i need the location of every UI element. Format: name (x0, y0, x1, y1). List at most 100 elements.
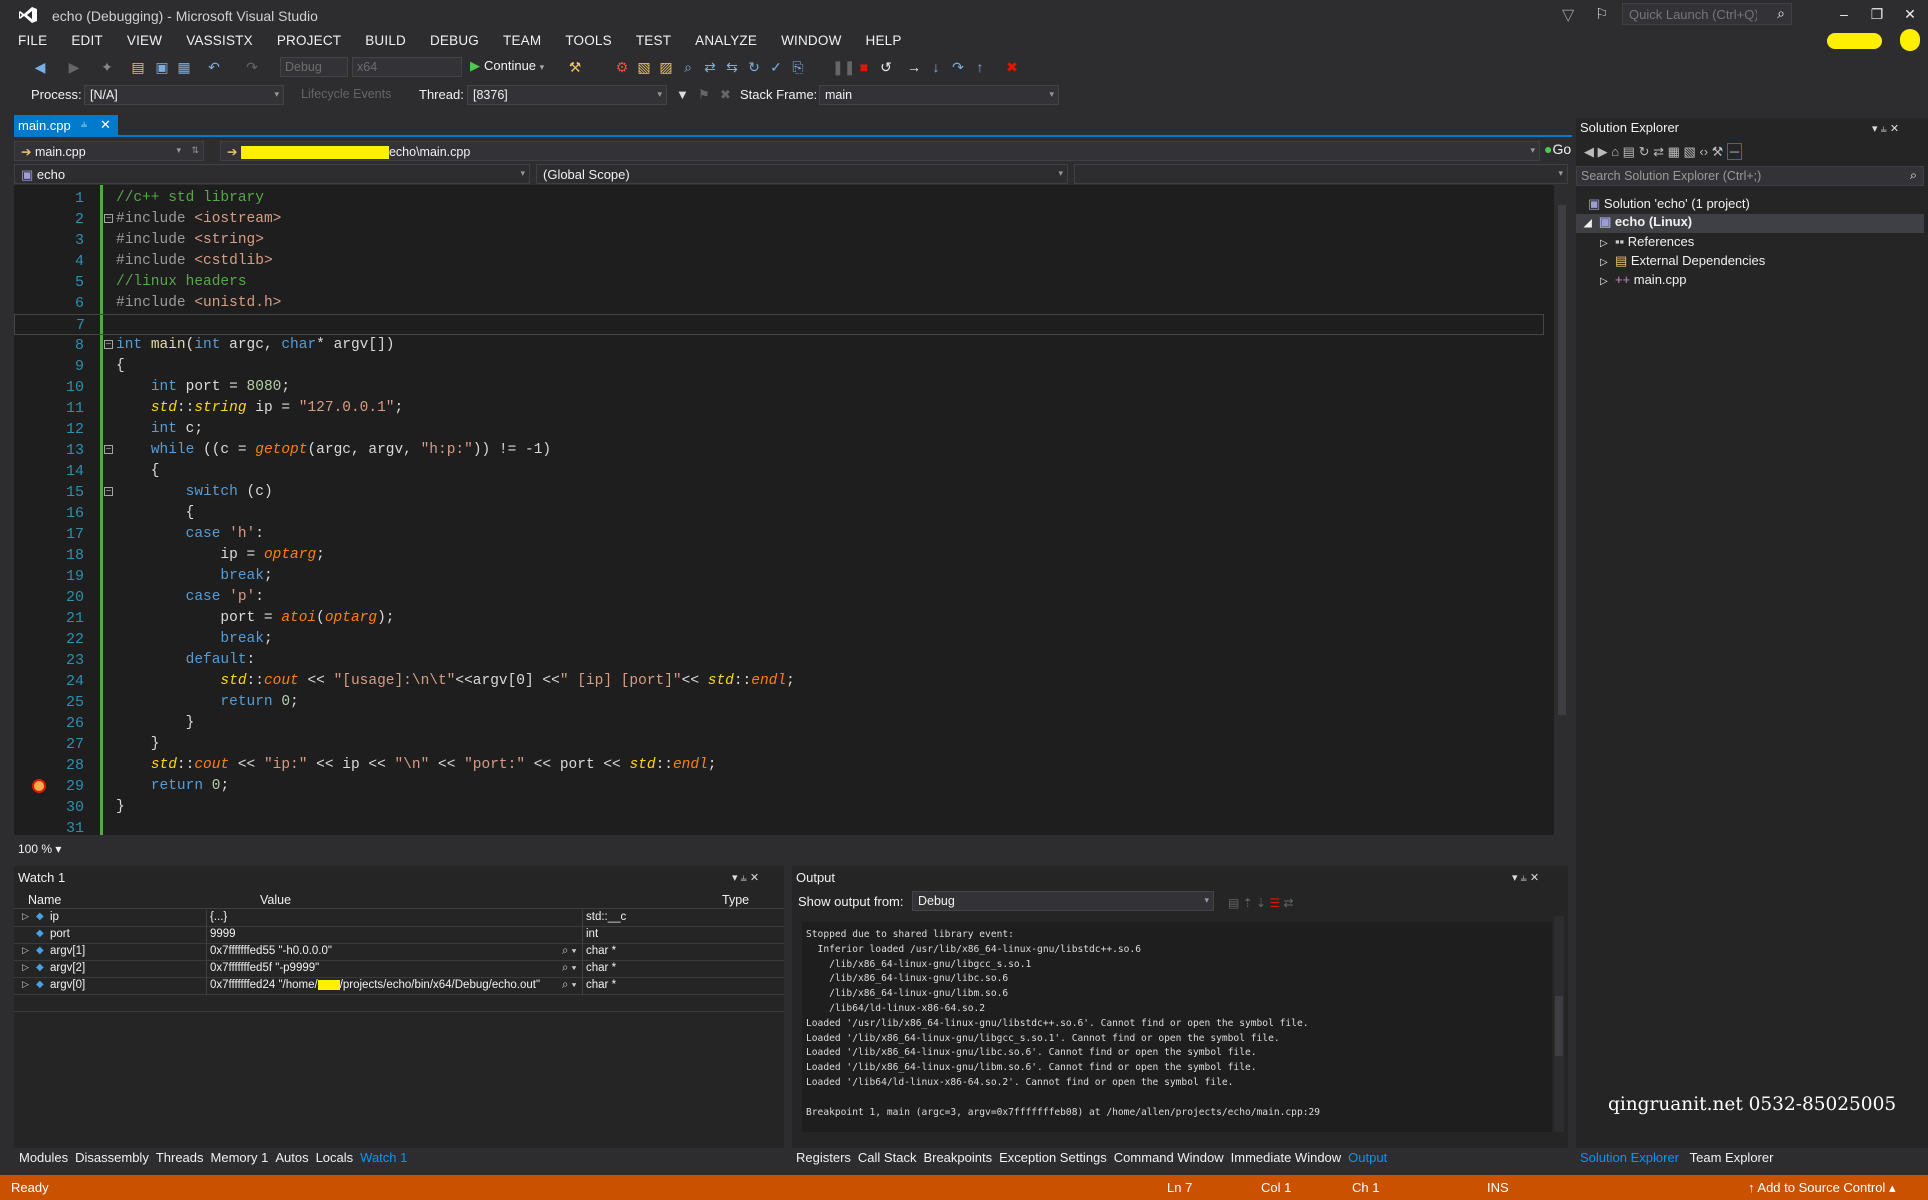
watch-value-cell[interactable]: 0x7fffffffed55 "-h0.0.0.0" (210, 945, 560, 957)
watch-name[interactable]: argv[1] (50, 945, 85, 957)
code-line[interactable]: 22 break; (14, 629, 1544, 650)
breakpoint-current-statement-icon[interactable] (32, 779, 46, 793)
code-line[interactable]: 25 return 0; (14, 692, 1544, 713)
tab-exception-settings[interactable]: Exception Settings (999, 1150, 1107, 1165)
type-column-header[interactable]: Type (722, 893, 749, 907)
watch-row[interactable]: ▷ ◆ ip {...} std::__cx (14, 910, 784, 927)
watch-value-cell[interactable]: 9999 (210, 928, 560, 940)
project-node[interactable]: ◢ ▣ echo (Linux) (1576, 214, 1924, 233)
breakpoint-settings-icon[interactable]: ✖ (1002, 57, 1022, 77)
stop-debugging-icon[interactable]: ■ (854, 57, 874, 77)
restart-icon[interactable]: ↺ (876, 57, 896, 77)
code-line[interactable]: 5 //linux headers (14, 272, 1544, 293)
expand-icon[interactable]: ▷ (22, 979, 29, 990)
search-icon[interactable]: ⌕ (1910, 168, 1917, 183)
tab-autos[interactable]: Autos (275, 1150, 308, 1165)
member-scope-select[interactable]: ▾ (1074, 164, 1568, 184)
code-line[interactable]: 21 port = atoi(optarg); (14, 608, 1544, 629)
menu-view[interactable]: VIEW (110, 30, 169, 48)
solution-explorer-toolbar[interactable]: ◀ ▶ ⌂ ▤ ↻ ⇄ ▦ ▧ ‹› ⚒ ─ (1584, 143, 1743, 160)
navigate-back-icon[interactable]: ◀ (30, 57, 50, 77)
menu-window[interactable]: WINDOW (764, 30, 848, 48)
tab-registers[interactable]: Registers (796, 1150, 851, 1165)
menu-vassistx[interactable]: VASSISTX (169, 30, 260, 48)
code-line[interactable]: 20 case 'p': (14, 587, 1544, 608)
tab-locals[interactable]: Locals (316, 1150, 354, 1165)
step-icon-2[interactable]: ⇆ (722, 57, 742, 77)
project-scope-select[interactable]: ▣ echo ▾ (14, 164, 530, 184)
menu-team[interactable]: TEAM (486, 30, 548, 48)
restore-button[interactable]: ❐ (1865, 4, 1889, 24)
code-line[interactable]: 3 #include <string> (14, 230, 1544, 251)
show-next-statement-icon[interactable]: → (904, 57, 924, 77)
collapse-icon[interactable]: − (104, 445, 113, 455)
code-line[interactable]: 7 (14, 314, 1544, 335)
save-all-icon[interactable]: ▦ (174, 57, 194, 77)
step-into-icon[interactable]: ↓ (926, 57, 946, 77)
navigate-forward-icon[interactable]: ▶ (64, 57, 84, 77)
minimize-button[interactable]: – (1832, 4, 1856, 24)
attach-icon[interactable]: ⚒ (565, 57, 585, 77)
watch-row[interactable]: ▷ ◆ argv[1] 0x7fffffffed55 "-h0.0.0.0" ⌕ ▾ ch… (14, 944, 784, 961)
expand-icon[interactable]: ▷ (22, 962, 29, 973)
continue-button[interactable]: ▶ Continue ▾ (470, 58, 544, 74)
code-line[interactable]: 12 int c; (14, 419, 1544, 440)
code-editor[interactable]: 1//c++ std library 2− #include <iostream> 3… (14, 185, 1554, 837)
menu-help[interactable]: HELP (849, 30, 909, 48)
stack-frame-select[interactable]: main ▾ (819, 85, 1059, 105)
code-line[interactable]: 23 default: (14, 650, 1544, 671)
menu-edit[interactable]: EDIT (54, 30, 110, 48)
scrollbar-thumb[interactable] (1558, 205, 1566, 715)
visualizer-search-icon[interactable]: ⌕ ▾ (562, 945, 576, 958)
watch-value-cell[interactable]: {...} (210, 911, 560, 923)
solution-explorer-search[interactable]: Search Solution Explorer (Ctrl+;) ⌕ (1576, 166, 1924, 186)
watch-row[interactable]: ◆ port 9999 int (14, 927, 784, 944)
expand-icon[interactable]: ▷ (22, 945, 29, 956)
output-text[interactable]: Stopped due to shared library event: Inf… (802, 922, 1552, 1132)
step-icon-4[interactable]: ✓ (766, 57, 786, 77)
thread-select[interactable]: [8376] ▾ (467, 85, 667, 105)
code-line[interactable]: 11 std::string ip = "127.0.0.1"; (14, 398, 1544, 419)
open-file-icon[interactable]: ▤ (128, 57, 148, 77)
menu-tools[interactable]: TOOLS (548, 30, 619, 48)
tab-modules[interactable]: Modules (19, 1150, 68, 1165)
code-line[interactable]: 13 − while ((c = getopt(argc, argv, "h:p:… (14, 440, 1544, 461)
collapse-icon[interactable]: − (104, 340, 113, 350)
close-button[interactable]: ✕ (1898, 4, 1922, 24)
flag-threads-icon[interactable]: ⚑ (698, 87, 710, 103)
panel-options-icon[interactable]: ▾ ⫨ ✕ (1512, 871, 1539, 885)
visualizer-search-icon[interactable]: ⌕ ▾ (562, 979, 576, 992)
menu-project[interactable]: PROJECT (260, 30, 348, 48)
global-scope-select[interactable]: (Global Scope) ▾ (536, 164, 1068, 184)
code-line[interactable]: 2 − #include <iostream> (14, 209, 1544, 230)
tab-immediate-window[interactable]: Immediate Window (1231, 1150, 1342, 1165)
watch-row[interactable]: ▷ ◆ argv[0] 0x7fffffffed24 "/home/ /projects… (14, 978, 784, 995)
new-project-icon[interactable]: ✦ (97, 57, 117, 77)
lifecycle-events-button[interactable]: Lifecycle Events (296, 85, 406, 105)
go-button[interactable]: ●Go (1544, 141, 1571, 157)
collapse-icon[interactable]: − (104, 214, 113, 224)
code-line[interactable]: 28 std::cout << "ip:" << ip << "\n" << "… (14, 755, 1544, 776)
panel-options-icon[interactable]: ▾ ⫨ ✕ (1872, 122, 1899, 136)
code-line[interactable]: 29 return 0; (14, 776, 1544, 797)
close-icon[interactable]: ✕ (100, 117, 111, 133)
step-over-icon[interactable]: ↷ (948, 57, 968, 77)
code-line[interactable]: 24 std::cout << "[usage]:\n\t"<<argv[0] … (14, 671, 1544, 692)
editor-vertical-scrollbar[interactable] (1556, 185, 1568, 835)
code-line[interactable]: 1 //c++ std library (14, 188, 1544, 209)
code-line[interactable]: 14 { (14, 461, 1544, 482)
tab-memory-1[interactable]: Memory 1 (211, 1150, 269, 1165)
expand-icon[interactable]: ▷ (22, 911, 29, 922)
quick-launch-box[interactable]: ⌕ (1622, 3, 1792, 25)
break-all-icon[interactable]: ❚❚ (832, 57, 855, 77)
debug-tool-icon-3[interactable]: ▨ (656, 57, 676, 77)
panel-options-icon[interactable]: ▾ ⫨ ✕ (732, 871, 759, 885)
file-nav-select[interactable]: ➔ main.cpp ▾ ⇅ (14, 141, 204, 161)
watch-value-cell[interactable]: 0x7fffffffed5f "-p9999" (210, 962, 560, 974)
code-line[interactable]: 8 − int main(int argc, char* argv[]) (14, 335, 1544, 356)
name-column-header[interactable]: Name (28, 893, 61, 907)
filter-threads-icon[interactable]: ▼ (676, 87, 689, 102)
feedback-filter-icon[interactable]: ▽ (1562, 5, 1574, 25)
main-cpp-node[interactable]: ▷ ++ main.cpp (1600, 272, 1687, 287)
collapse-icon[interactable]: − (104, 487, 113, 497)
